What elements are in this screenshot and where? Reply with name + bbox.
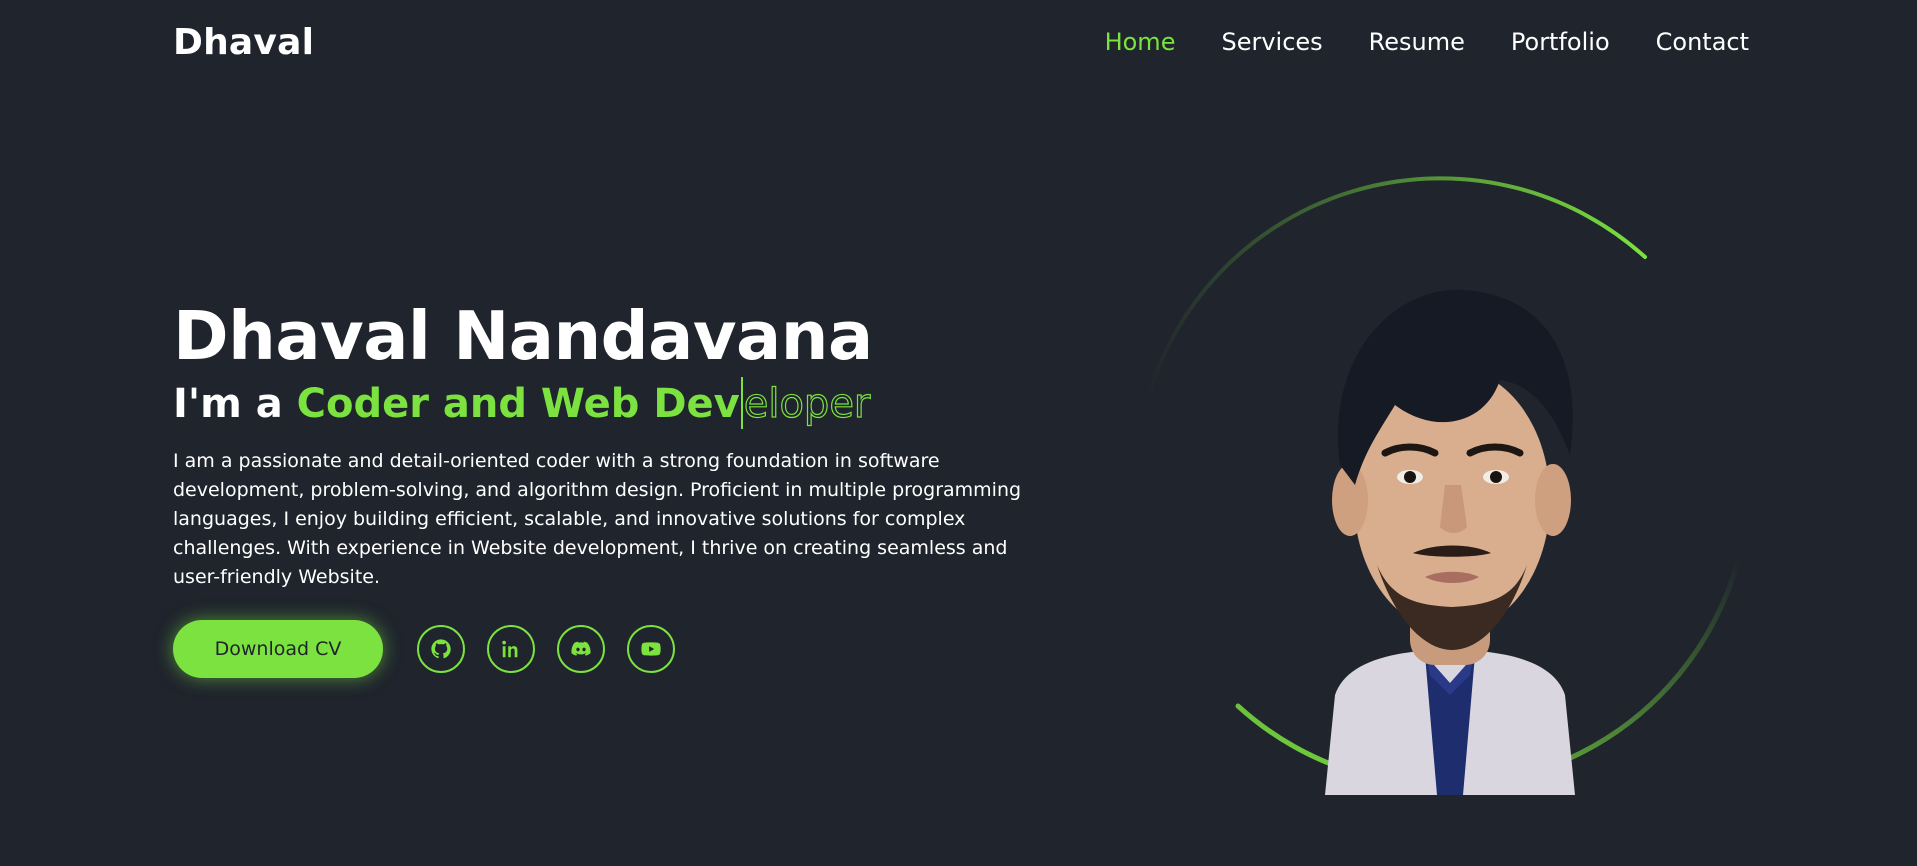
download-cv-button[interactable]: Download CV — [173, 620, 383, 678]
site-header: Dhaval Home Services Resume Portfolio Co… — [0, 0, 1917, 90]
discord-link[interactable] — [557, 625, 605, 673]
hero-section: Dhaval Nandavana I'm a Coder and Web Dev… — [173, 295, 1073, 592]
linkedin-icon — [502, 640, 518, 658]
youtube-icon — [641, 642, 661, 656]
github-icon — [431, 639, 451, 659]
discord-icon — [571, 641, 591, 656]
nav-resume[interactable]: Resume — [1369, 28, 1465, 56]
main-nav: Home Services Resume Portfolio Contact — [1105, 28, 1749, 56]
nav-home[interactable]: Home — [1105, 28, 1176, 56]
social-links — [417, 625, 675, 673]
role-typed-text: Coder and Web Dev — [296, 381, 740, 427]
github-link[interactable] — [417, 625, 465, 673]
nav-contact[interactable]: Contact — [1656, 28, 1749, 56]
role-prefix: I'm a — [173, 381, 297, 427]
youtube-link[interactable] — [627, 625, 675, 673]
linkedin-link[interactable] — [487, 625, 535, 673]
nav-services[interactable]: Services — [1221, 28, 1322, 56]
profile-photo-area — [1135, 170, 1755, 800]
typing-caret — [740, 377, 743, 429]
hero-name: Dhaval Nandavana — [173, 297, 873, 375]
hero-role: I'm a Coder and Web Dev eloper — [173, 377, 1073, 431]
role-pending-text: eloper — [743, 380, 871, 427]
hero-description: I am a passionate and detail-oriented co… — [173, 450, 1022, 588]
nav-portfolio[interactable]: Portfolio — [1511, 28, 1610, 56]
profile-portrait — [1325, 289, 1575, 795]
hero-actions: Download CV — [173, 620, 675, 678]
site-logo[interactable]: Dhaval — [173, 22, 314, 63]
